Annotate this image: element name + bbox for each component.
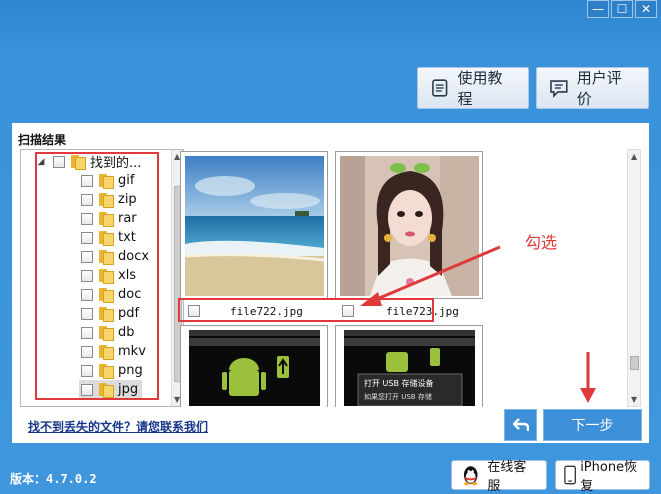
- phone-icon: [564, 465, 576, 485]
- online-service-button[interactable]: 在线客服: [451, 460, 547, 494]
- app-window: — ☐ ✕ 使用教程 用户评价 扫描结果 ◢ 找到的... gif zip ra…: [0, 0, 661, 494]
- annotation-label: 勾选: [525, 233, 558, 252]
- back-button[interactable]: [504, 409, 537, 441]
- online-service-label: 在线客服: [487, 460, 527, 494]
- back-arrow-icon: [512, 418, 529, 431]
- qq-penguin-icon: [463, 466, 478, 486]
- version-label: 版本：4.7.0.2: [10, 472, 97, 486]
- iphone-restore-label: iPhone恢复: [580, 460, 638, 494]
- contact-help-link[interactable]: 找不到丢失的文件？请您联系我们: [28, 418, 208, 435]
- iphone-restore-button[interactable]: iPhone恢复: [555, 460, 650, 494]
- next-step-button[interactable]: 下一步: [543, 409, 642, 441]
